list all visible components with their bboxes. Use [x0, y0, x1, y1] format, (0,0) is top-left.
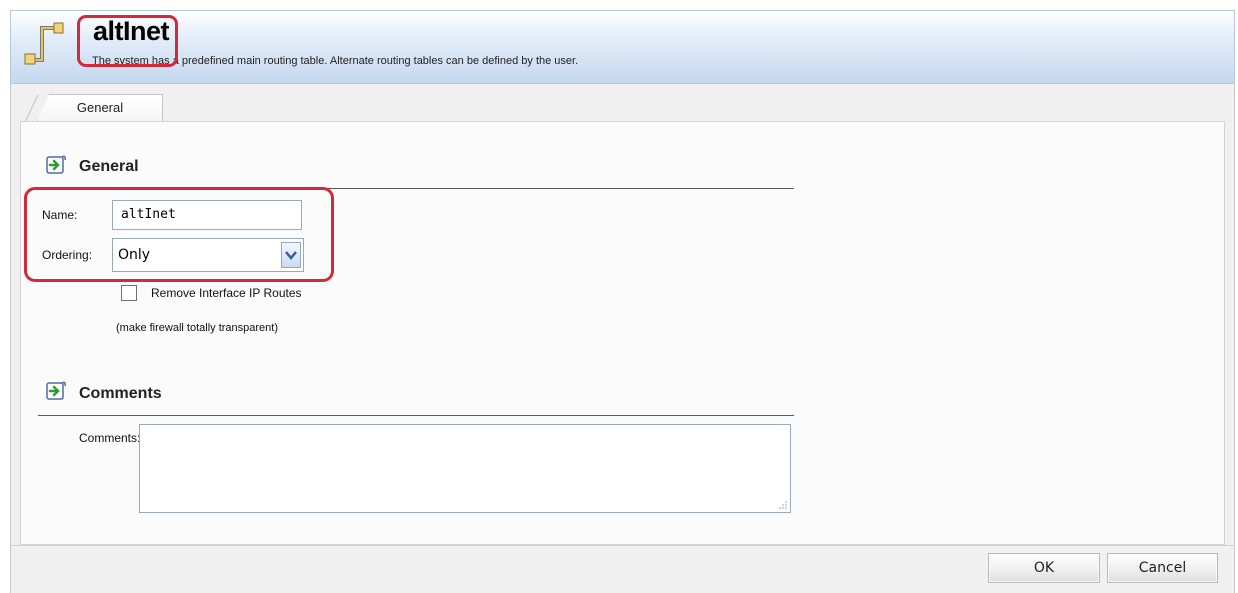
- comments-label: Comments:: [79, 431, 141, 445]
- remove-routes-hint: (make firewall totally transparent): [116, 322, 279, 334]
- section-arrow-icon: [46, 155, 66, 174]
- remove-routes-checkbox[interactable]: [121, 285, 137, 301]
- cancel-button[interactable]: Cancel: [1107, 553, 1218, 583]
- tab-general[interactable]: General: [37, 94, 163, 121]
- page-header: [10, 10, 1235, 84]
- resize-grip-icon[interactable]: [777, 499, 787, 509]
- tab-edge: [25, 94, 39, 122]
- ok-button[interactable]: OK: [988, 553, 1100, 583]
- section-title-general: General: [79, 158, 139, 175]
- section-arrow-icon: [46, 381, 66, 400]
- section-title-comments: Comments: [79, 385, 162, 402]
- routing-table-icon: [24, 22, 64, 65]
- remove-routes-label: Remove Interface IP Routes: [151, 286, 302, 300]
- title-highlight-annotation: [77, 15, 178, 67]
- fields-highlight-annotation: [24, 187, 334, 282]
- section-divider: [38, 415, 794, 416]
- comments-textarea[interactable]: [139, 424, 791, 513]
- footer-divider: [10, 545, 1235, 546]
